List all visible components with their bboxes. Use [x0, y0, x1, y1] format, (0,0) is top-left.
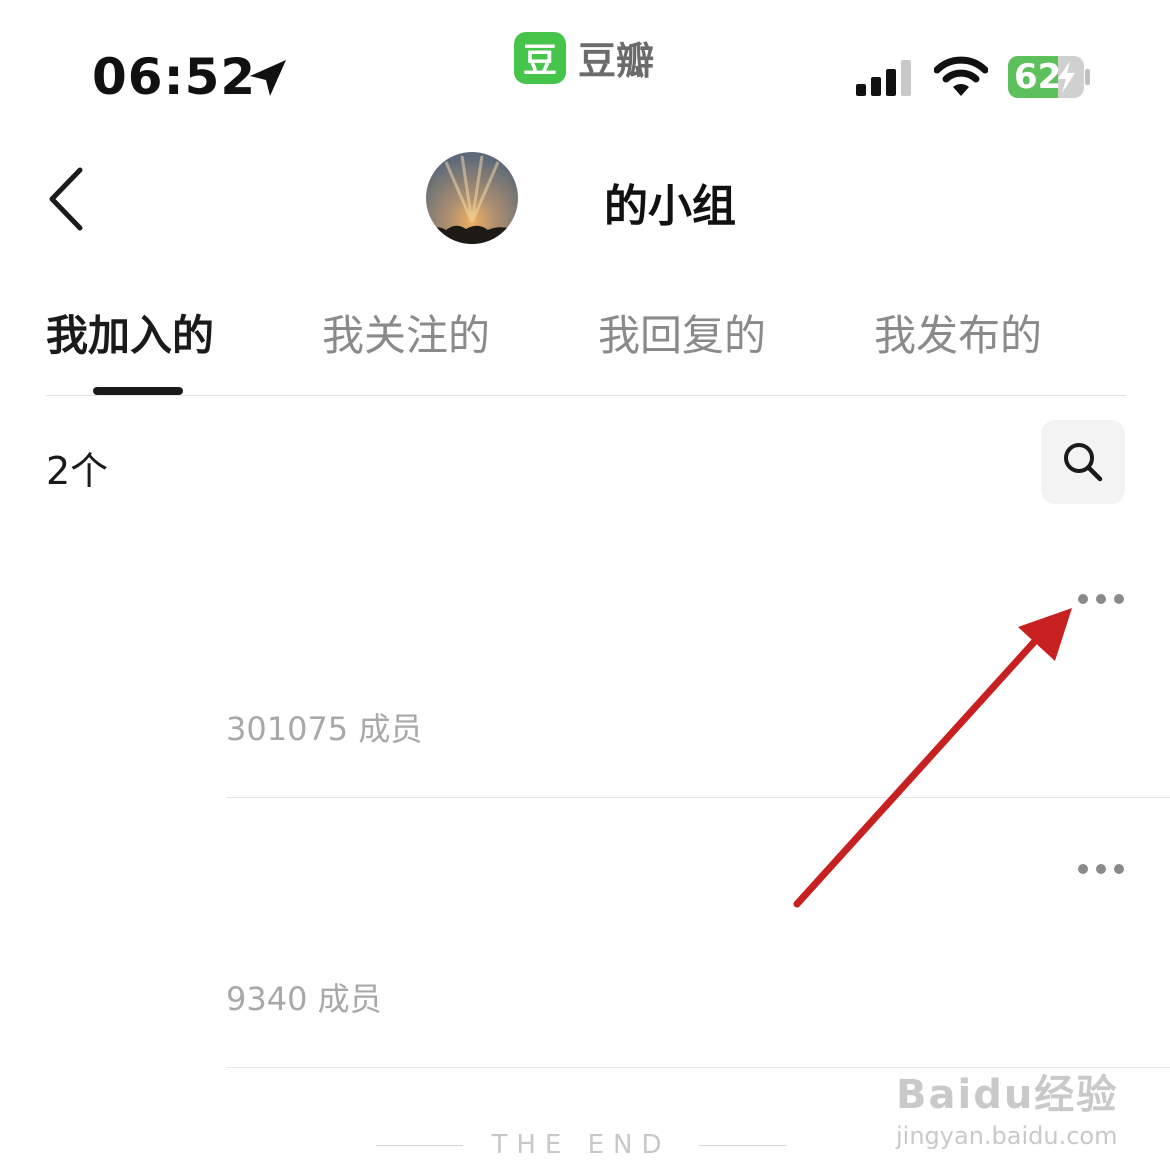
group-count: 2个 [46, 449, 109, 493]
app-badge: 豆 豆瓣 [514, 30, 654, 85]
status-time: 06:52 [92, 48, 257, 106]
tab-replied[interactable]: 我回复的 [598, 302, 766, 363]
dot-icon [1096, 864, 1106, 874]
dot-icon [1114, 864, 1124, 874]
search-button[interactable] [1041, 420, 1125, 504]
tab-joined[interactable]: 我加入的 [46, 302, 214, 363]
tab-published[interactable]: 我发布的 [874, 302, 1042, 363]
more-options-button[interactable] [1078, 864, 1124, 878]
cellular-signal-icon [856, 60, 911, 96]
app-name: 豆瓣 [578, 39, 655, 83]
tab-active-indicator [93, 387, 183, 395]
more-options-button[interactable] [1078, 594, 1124, 608]
list-end-marker: THE END [376, 1130, 786, 1160]
battery-level: 62 [1014, 57, 1062, 97]
watermark-url: jingyan.baidu.com [896, 1122, 1118, 1150]
search-icon [1064, 443, 1103, 482]
end-line-left [376, 1144, 464, 1146]
douban-app-icon: 豆 [514, 31, 566, 84]
end-text: THE END [491, 1130, 671, 1160]
tab-following[interactable]: 我关注的 [322, 302, 490, 363]
list-item[interactable]: 9340 成员 [0, 798, 1170, 1068]
dot-icon [1114, 594, 1124, 604]
list-item[interactable]: 301075 成员 [0, 520, 1170, 798]
page-title: 的小组 [604, 181, 736, 232]
watermark-brand: Baidu经验 [896, 1072, 1119, 1118]
battery-icon: 62 [1008, 56, 1090, 98]
group-owner-avatar[interactable] [426, 152, 518, 244]
group-members-count: 301075 成员 [226, 710, 423, 748]
end-line-right [698, 1144, 786, 1146]
dot-icon [1078, 594, 1088, 604]
tab-divider [46, 395, 1126, 396]
baidu-watermark: Baidu经验 jingyan.baidu.com [896, 1062, 1118, 1150]
dot-icon [1096, 594, 1106, 604]
location-arrow-icon [250, 60, 286, 96]
wifi-icon [934, 56, 988, 96]
group-members-count: 9340 成员 [226, 980, 382, 1018]
dot-icon [1078, 864, 1088, 874]
back-chevron-icon[interactable] [40, 164, 96, 234]
